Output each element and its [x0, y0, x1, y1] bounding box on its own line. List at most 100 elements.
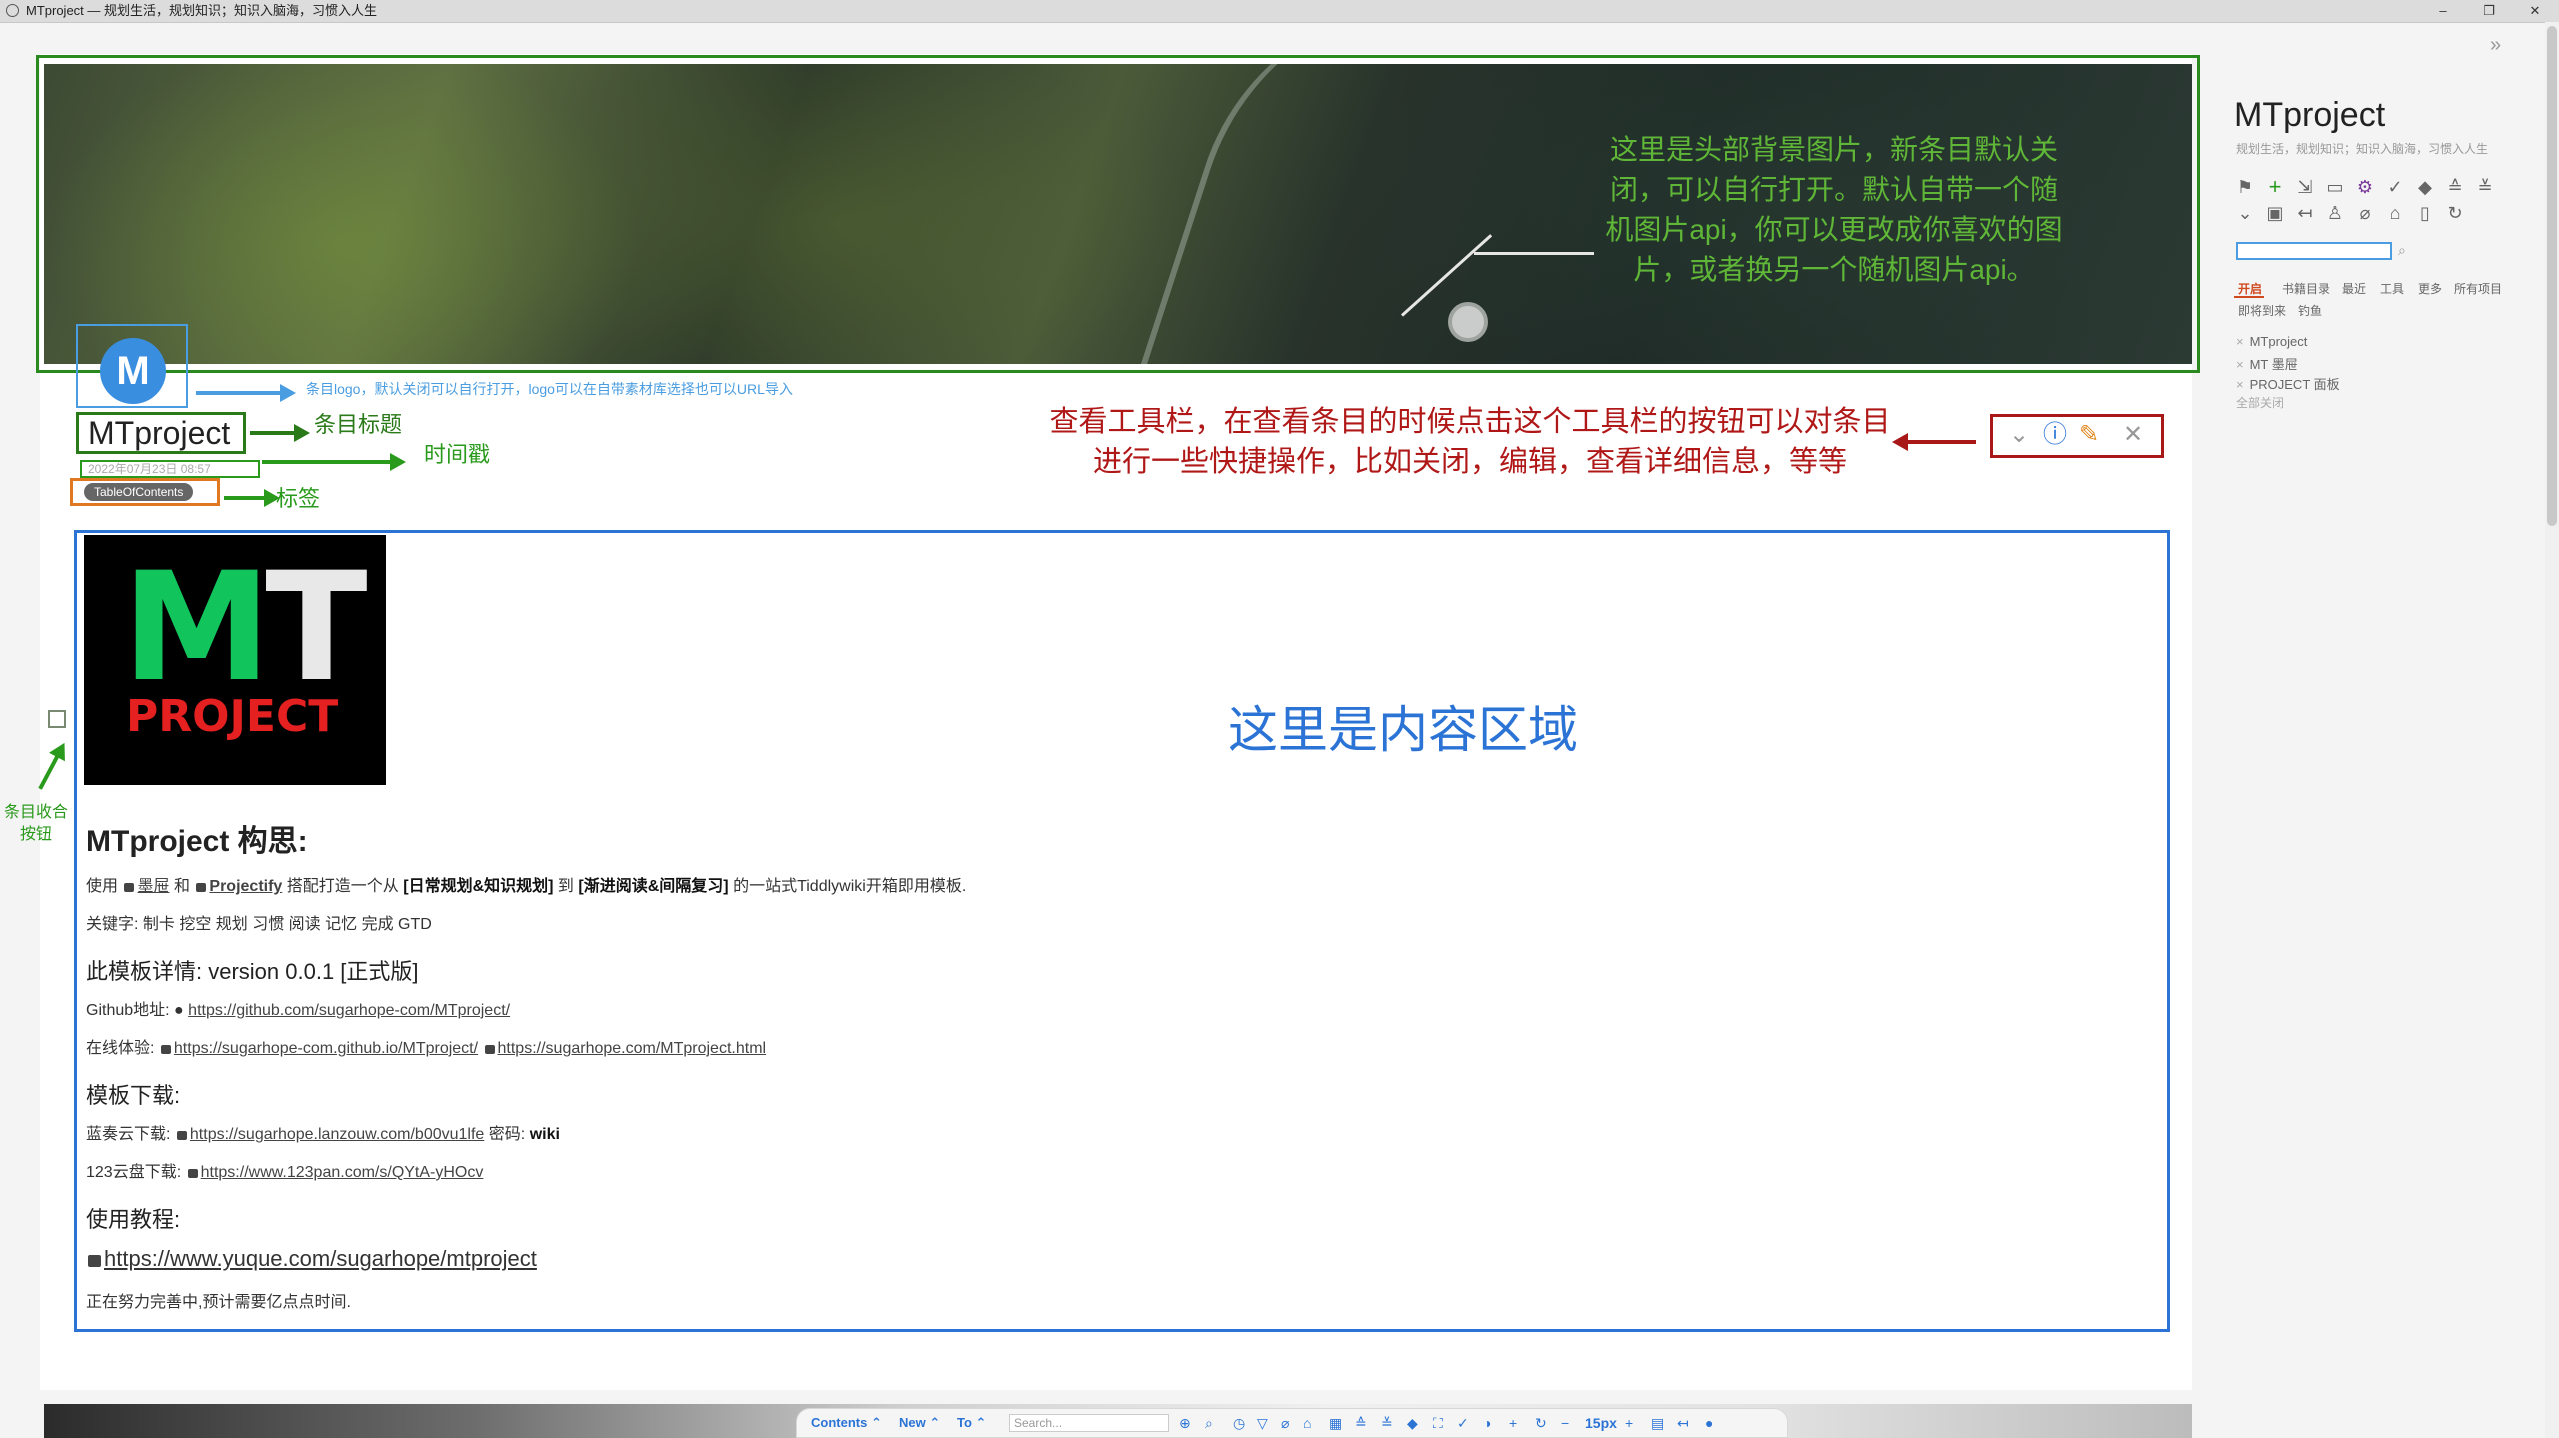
- chevron-down-icon[interactable]: ⌄: [2004, 420, 2034, 450]
- tutorial-link-line: https://www.yuque.com/sugarhope/mtprojec…: [86, 1246, 537, 1272]
- attachment-icon[interactable]: ⌀: [1281, 1409, 1289, 1437]
- search-input[interactable]: Search...: [1009, 1414, 1169, 1432]
- import-icon[interactable]: ⇲: [2294, 176, 2316, 198]
- tag-pill[interactable]: TableOfContents: [84, 483, 194, 501]
- fullscreen-icon[interactable]: ⛶: [1433, 1409, 1443, 1437]
- home-icon[interactable]: ⚑: [2234, 176, 2256, 198]
- tag-annotation: 标签: [276, 486, 321, 511]
- lanzou-line: 蓝奏云下载: https://sugarhope.lanzouw.com/b00…: [86, 1124, 560, 1146]
- close-window-button[interactable]: ✕: [2512, 0, 2558, 22]
- layout-icon[interactable]: ▤: [1651, 1409, 1664, 1437]
- version-heading: 此模板详情: version 0.0.1 [正式版]: [86, 959, 419, 984]
- scrollbar-thumb[interactable]: [2547, 26, 2557, 526]
- intro-mid: 搭配打造一个从: [286, 878, 399, 895]
- title-annotation: 条目标题: [314, 412, 403, 437]
- back-icon[interactable]: ↤: [2294, 202, 2316, 224]
- calendar-icon[interactable]: ▭: [2324, 176, 2346, 198]
- image-icon[interactable]: ▣: [2264, 202, 2286, 224]
- open-item[interactable]: × MT 墨屉: [2236, 354, 2298, 373]
- minimize-button[interactable]: –: [2420, 0, 2466, 22]
- fold-all-icon[interactable]: ≙: [1355, 1409, 1367, 1437]
- house-icon[interactable]: ⌂: [2384, 202, 2406, 224]
- tag-icon[interactable]: ◆: [2414, 176, 2436, 198]
- sidebar-site-title: MTproject: [2234, 96, 2386, 134]
- timer-icon[interactable]: ◷: [1233, 1409, 1245, 1437]
- attachment-icon[interactable]: ⌀: [2354, 202, 2376, 224]
- locate-icon[interactable]: ⊕: [1179, 1409, 1191, 1437]
- edit-icon[interactable]: ✎: [2074, 420, 2104, 450]
- new-button[interactable]: New ⌃: [899, 1409, 940, 1437]
- search-icon[interactable]: ⌕: [2398, 242, 2406, 259]
- keywords: 关键字: 制卡 挖空 规划 习惯 阅读 记忆 完成 GTD: [86, 916, 432, 933]
- tab-recent[interactable]: 最近: [2342, 280, 2366, 297]
- unfold-all-icon[interactable]: ≚: [2474, 176, 2496, 198]
- info-icon[interactable]: ⓘ: [2040, 420, 2070, 450]
- theme-icon[interactable]: ◑: [1483, 1409, 1491, 1437]
- new-tiddler-icon[interactable]: +: [2264, 176, 2286, 198]
- close-all-button[interactable]: 全部关闭: [2236, 394, 2284, 411]
- sidebar-toggle-icon[interactable]: »: [2490, 34, 2501, 57]
- demo-link-2[interactable]: https://sugarhope.com/MTproject.html: [498, 1040, 767, 1057]
- page-icon[interactable]: ▯: [2414, 202, 2436, 224]
- lock-icon: [176, 1131, 187, 1140]
- check-circle-icon[interactable]: ✓: [2384, 176, 2406, 198]
- lanzou-link[interactable]: https://sugarhope.lanzouw.com/b00vu1lfe: [190, 1126, 484, 1143]
- demo-link-1[interactable]: https://sugarhope-com.github.io/MTprojec…: [174, 1040, 478, 1057]
- tiddler-logo: M: [100, 338, 166, 404]
- refresh-icon[interactable]: ↻: [1535, 1409, 1547, 1437]
- grid-icon[interactable]: ▦: [1329, 1409, 1342, 1437]
- help-icon[interactable]: ●: [1705, 1409, 1713, 1437]
- filter-icon[interactable]: ▽: [1257, 1409, 1268, 1437]
- tag-icon[interactable]: ◆: [1407, 1409, 1418, 1437]
- link-moti[interactable]: 墨屉: [137, 878, 169, 895]
- shirt-icon[interactable]: ♙: [2324, 202, 2346, 224]
- github-link[interactable]: https://github.com/sugarhope-com/MTproje…: [188, 1002, 510, 1019]
- pan123-link[interactable]: https://www.123pan.com/s/QYtA-yHOcv: [201, 1164, 484, 1181]
- check-icon[interactable]: ✓: [1457, 1409, 1469, 1437]
- contents-button[interactable]: Contents ⌃: [811, 1409, 882, 1437]
- font-smaller-icon[interactable]: −: [1561, 1409, 1569, 1437]
- close-icon[interactable]: ×: [2236, 357, 2244, 372]
- tab-book-toc[interactable]: 书籍目录: [2282, 280, 2330, 297]
- lock-icon: [160, 1045, 171, 1054]
- sidebar-search-input[interactable]: [2236, 242, 2392, 260]
- tab-all-items[interactable]: 所有项目: [2454, 280, 2502, 297]
- search-icon[interactable]: ⌕: [1205, 1409, 1213, 1437]
- timestamp-annotation: 时间戳: [424, 442, 491, 467]
- refresh-icon[interactable]: ↻: [2444, 202, 2466, 224]
- close-icon[interactable]: ×: [2236, 377, 2244, 392]
- logo-project-text: PROJECT: [126, 691, 339, 742]
- tag-arrow: [224, 489, 280, 507]
- tab-upcoming[interactable]: 即将到来: [2238, 302, 2286, 319]
- active-tab-indicator: [2234, 296, 2264, 298]
- intro-and: 和: [173, 878, 190, 895]
- password-value: wiki: [529, 1126, 560, 1143]
- open-item[interactable]: × MTproject: [2236, 334, 2307, 349]
- tab-more[interactable]: 更多: [2418, 280, 2442, 297]
- tab-tools[interactable]: 工具: [2380, 280, 2404, 297]
- back-icon[interactable]: ↤: [1677, 1409, 1689, 1437]
- close-icon[interactable]: ×: [2236, 334, 2244, 349]
- fold-all-icon[interactable]: ≙: [2444, 176, 2466, 198]
- tab-fishing[interactable]: 钓鱼: [2298, 302, 2322, 319]
- tutorial-link[interactable]: https://www.yuque.com/sugarhope/mtprojec…: [104, 1246, 537, 1271]
- to-button[interactable]: To ⌃: [957, 1409, 986, 1437]
- tiddler-title: MTproject: [88, 415, 231, 451]
- home-icon[interactable]: ⌂: [1303, 1409, 1311, 1437]
- demo-line: 在线体验: https://sugarhope-com.github.io/MT…: [86, 1038, 766, 1060]
- chevron-down-icon[interactable]: ⌄: [2234, 202, 2256, 224]
- gear-icon[interactable]: ⚙: [2354, 176, 2376, 198]
- open-item[interactable]: × PROJECT 面板: [2236, 374, 2340, 393]
- maximize-button[interactable]: ❐: [2466, 0, 2512, 22]
- font-larger-icon[interactable]: +: [1625, 1409, 1633, 1437]
- tiddler-collapse-button[interactable]: [48, 710, 66, 728]
- toolbar-annotation: 查看工具栏，在查看条目的时候点击这个工具栏的按钮可以对条目进行一些快捷操作，比如…: [1049, 406, 1891, 478]
- unfold-all-icon[interactable]: ≚: [1381, 1409, 1393, 1437]
- tab-open[interactable]: 开启: [2238, 280, 2262, 297]
- add-icon[interactable]: +: [1509, 1409, 1517, 1437]
- collapse-annotation: 条目收合按钮: [3, 804, 68, 843]
- logo-t-letter: T: [265, 541, 367, 715]
- close-icon[interactable]: ✕: [2118, 420, 2148, 450]
- pointer-line: [1474, 252, 1594, 255]
- link-projectify[interactable]: Projectify: [209, 878, 282, 895]
